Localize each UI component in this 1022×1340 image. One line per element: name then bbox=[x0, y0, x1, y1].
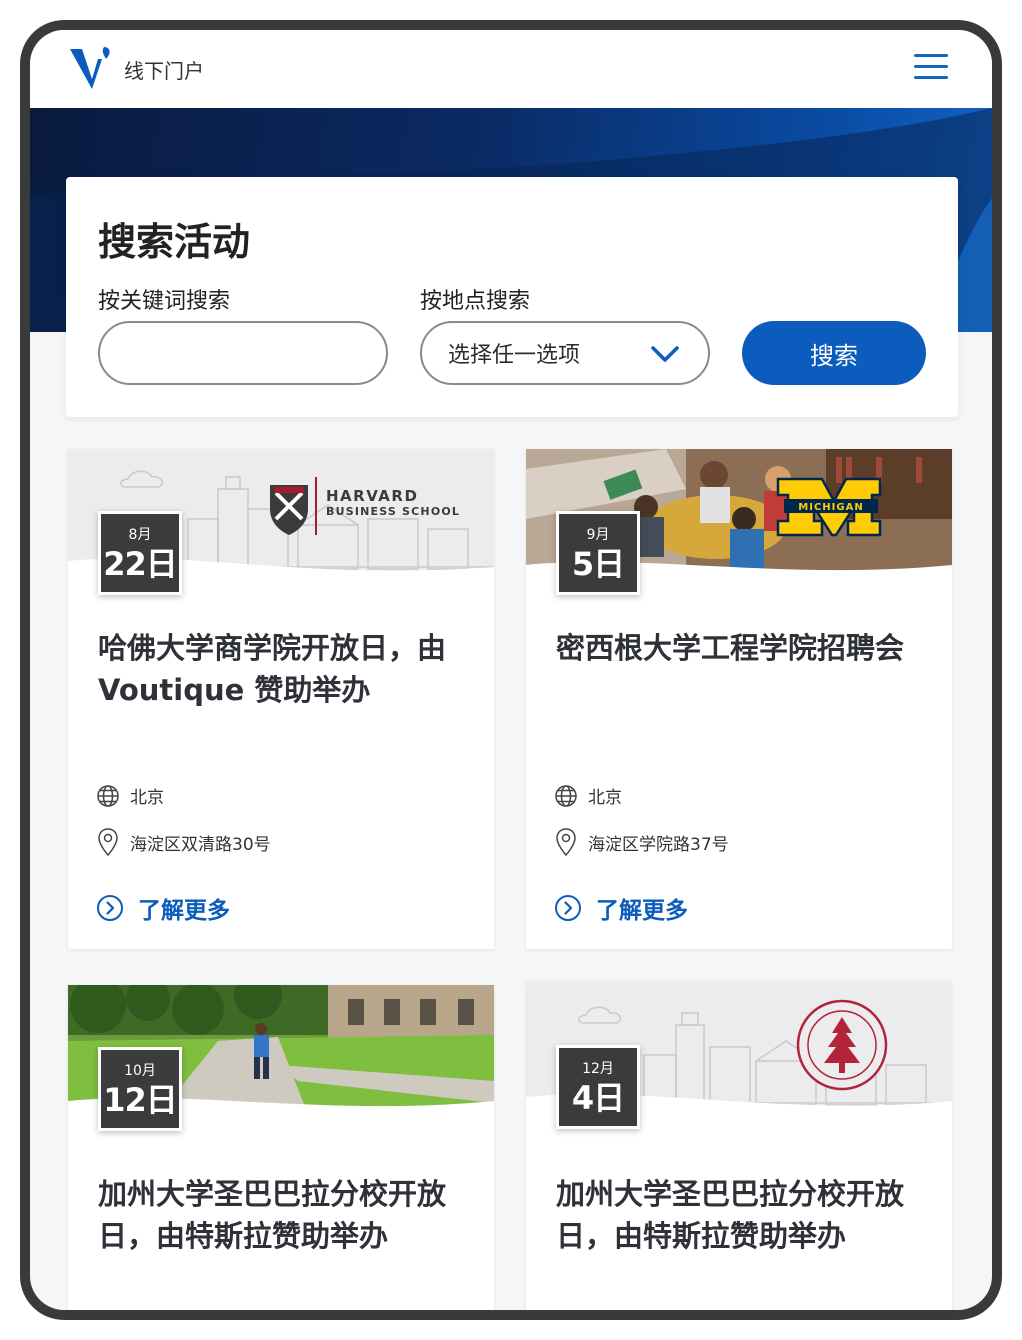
location-pin-icon bbox=[556, 828, 576, 857]
event-title[interactable]: 哈佛大学商学院开放日，由 Voutique 赞助举办 bbox=[98, 627, 470, 711]
hamburger-menu-icon[interactable] bbox=[914, 54, 948, 82]
location-label: 按地点搜索 bbox=[420, 289, 531, 314]
search-button[interactable]: 搜索 bbox=[742, 321, 926, 385]
portal-name: 线下门户 bbox=[124, 58, 204, 83]
event-card[interactable]: 12月 4日 加州大学圣巴巴拉分校开放 日，由特斯拉赞助举办 bbox=[526, 981, 952, 1310]
date-month: 9月 bbox=[586, 527, 610, 543]
date-day: 4日 bbox=[571, 1079, 625, 1117]
event-title[interactable]: 加州大学圣巴巴拉分校开放 日，由特斯拉赞助举办 bbox=[98, 1173, 470, 1257]
v-logo-icon[interactable] bbox=[68, 45, 116, 93]
date-badge: 12月 4日 bbox=[556, 1045, 640, 1129]
date-day: 5日 bbox=[571, 545, 625, 583]
chevron-down-icon bbox=[651, 346, 679, 362]
event-title[interactable]: 加州大学圣巴巴拉分校开放 日，由特斯拉赞助举办 bbox=[556, 1173, 928, 1257]
event-card[interactable]: 10月 12日 加州大学圣巴巴拉分校开放 日，由特斯拉赞助举办 bbox=[68, 985, 494, 1310]
event-address: 海淀区双清路30号 bbox=[96, 827, 271, 857]
harvard-logo-text: HARVARD bbox=[326, 487, 418, 505]
top-bar: 线下门户 bbox=[30, 30, 992, 108]
date-day: 12日 bbox=[103, 1081, 178, 1119]
keyword-input[interactable] bbox=[98, 321, 388, 385]
stanford-seal-icon bbox=[796, 999, 888, 1091]
event-title-line: 哈佛大学商学院开放日，由 bbox=[98, 631, 447, 665]
event-title[interactable]: 密西根大学工程学院招聘会 bbox=[556, 627, 928, 669]
event-title-line: 加州大学圣巴巴拉分校开放 bbox=[98, 1177, 447, 1211]
location-pin-icon bbox=[98, 828, 118, 857]
date-month: 8月 bbox=[128, 527, 152, 543]
event-address-text: 海淀区双清路30号 bbox=[130, 834, 271, 855]
keyword-label: 按关键词搜索 bbox=[98, 289, 231, 314]
date-day: 22日 bbox=[103, 545, 178, 583]
search-panel: 搜索活动 按关键词搜索 按地点搜索 选择任一选项 搜索 bbox=[66, 177, 958, 417]
event-card[interactable]: HARVARD BUSINESS SCHOOL 8月 22日 哈佛大学商学院开放… bbox=[68, 449, 494, 949]
event-address-text: 海淀区学院路37号 bbox=[588, 834, 729, 855]
event-title-line: 加州大学圣巴巴拉分校开放 bbox=[556, 1177, 905, 1211]
globe-icon bbox=[97, 784, 119, 807]
search-title: 搜索活动 bbox=[98, 220, 251, 264]
chevron-right-circle-icon bbox=[97, 895, 123, 921]
event-card[interactable]: MICHIGAN 9月 5日 密西根大学工程学院招聘会 北京 海淀区学院路37号… bbox=[526, 449, 952, 949]
learn-more-label: 了解更多 bbox=[596, 898, 688, 924]
learn-more-link[interactable]: 了解更多 bbox=[554, 891, 688, 925]
event-title-line: 日，由特斯拉赞助举办 bbox=[98, 1219, 389, 1253]
screen: 线下门户 搜索活动 按关键词搜索 按地点搜索 选择任一选项 搜索 HARVARD… bbox=[30, 30, 992, 1310]
event-city-text: 北京 bbox=[130, 788, 164, 808]
event-title-line: Voutique 赞助举办 bbox=[98, 673, 371, 707]
harvard-logo-subtext: BUSINESS SCHOOL bbox=[326, 505, 460, 518]
event-city-text: 北京 bbox=[588, 788, 622, 808]
event-city: 北京 bbox=[96, 783, 164, 808]
event-address: 海淀区学院路37号 bbox=[554, 827, 729, 857]
event-city: 北京 bbox=[554, 783, 622, 808]
date-month: 10月 bbox=[124, 1063, 156, 1079]
location-select[interactable]: 选择任一选项 bbox=[420, 321, 710, 385]
learn-more-link[interactable]: 了解更多 bbox=[96, 891, 230, 925]
globe-icon bbox=[555, 784, 577, 807]
date-badge: 9月 5日 bbox=[556, 511, 640, 595]
device-frame: 线下门户 搜索活动 按关键词搜索 按地点搜索 选择任一选项 搜索 HARVARD… bbox=[20, 20, 1002, 1320]
learn-more-label: 了解更多 bbox=[138, 898, 230, 924]
chevron-right-circle-icon bbox=[555, 895, 581, 921]
michigan-logo-text: MICHIGAN bbox=[798, 502, 863, 513]
date-month: 12月 bbox=[582, 1061, 614, 1077]
event-title-line: 日，由特斯拉赞助举办 bbox=[556, 1219, 847, 1253]
date-badge: 8月 22日 bbox=[98, 511, 182, 595]
date-badge: 10月 12日 bbox=[98, 1047, 182, 1131]
event-title-line: 密西根大学工程学院招聘会 bbox=[556, 631, 905, 665]
location-selected-value: 选择任一选项 bbox=[448, 343, 581, 368]
